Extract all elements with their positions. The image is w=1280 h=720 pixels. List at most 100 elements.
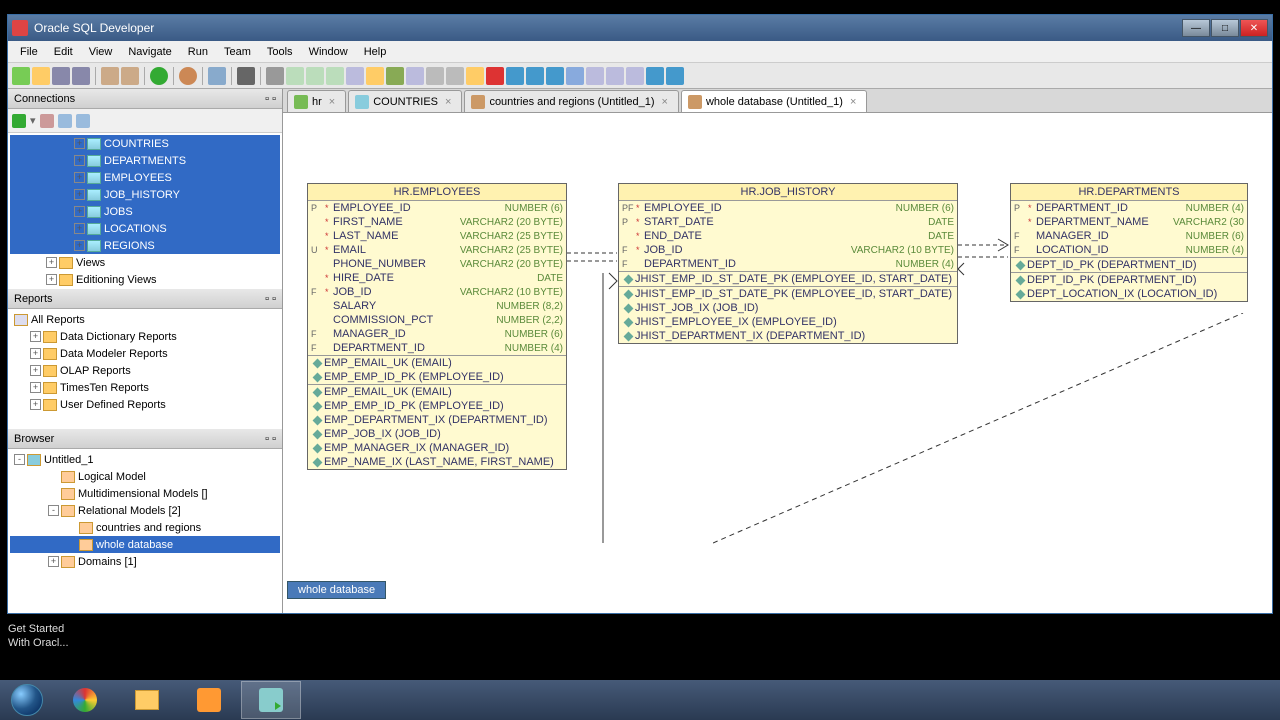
tree-table-REGIONS[interactable]: +REGIONS [10, 237, 280, 254]
browser-root[interactable]: -Untitled_1 [10, 451, 280, 468]
tree-table-DEPARTMENTS[interactable]: +DEPARTMENTS [10, 152, 280, 169]
export-icon[interactable] [346, 67, 364, 85]
report-item[interactable]: All Reports [10, 311, 280, 328]
menu-help[interactable]: Help [356, 44, 395, 60]
close-icon[interactable]: × [329, 96, 335, 108]
binoculars-icon[interactable] [237, 67, 255, 85]
menu-team[interactable]: Team [216, 44, 259, 60]
browser-item[interactable]: -Relational Models [2] [10, 502, 280, 519]
browser-item[interactable]: whole database [10, 536, 280, 553]
close-icon[interactable]: × [850, 96, 856, 108]
add-connection-icon[interactable] [12, 114, 26, 128]
filter-icon[interactable] [58, 114, 72, 128]
redo-icon[interactable] [121, 67, 139, 85]
fit-icon[interactable] [566, 67, 584, 85]
browser-item[interactable]: countries and regions [10, 519, 280, 536]
connections-header[interactable]: Connections▫ ▫ [8, 89, 282, 109]
report-item[interactable]: +TimesTen Reports [10, 379, 280, 396]
debug-icon[interactable] [179, 67, 197, 85]
report-item[interactable]: +Data Modeler Reports [10, 345, 280, 362]
diagram-tab[interactable]: whole database [287, 581, 386, 599]
toolbar [8, 63, 1272, 89]
task-explorer[interactable] [117, 681, 177, 719]
menu-edit[interactable]: Edit [46, 44, 81, 60]
menu-navigate[interactable]: Navigate [120, 44, 179, 60]
diagram-canvas[interactable]: HR.EMPLOYEESP*EMPLOYEE_IDNUMBER (6)*FIRS… [283, 113, 1272, 613]
task-chrome[interactable] [55, 681, 115, 719]
tool2-icon[interactable] [426, 67, 444, 85]
tree-folder-Views[interactable]: +Views [10, 254, 280, 271]
menu-view[interactable]: View [81, 44, 121, 60]
title-text: Oracle SQL Developer [34, 21, 1182, 35]
cursor-icon[interactable] [266, 67, 284, 85]
undo-icon[interactable] [101, 67, 119, 85]
titlebar[interactable]: Oracle SQL Developer — □ ✕ [8, 15, 1272, 41]
editor-tabs: hr×COUNTRIES×countries and regions (Unti… [283, 89, 1272, 113]
reports-header[interactable]: Reports▫ ▫ [8, 289, 282, 309]
zoom-in-icon[interactable] [546, 67, 564, 85]
panel2-icon[interactable] [606, 67, 624, 85]
refresh-conn-icon[interactable] [76, 114, 90, 128]
folder-icon[interactable] [466, 67, 484, 85]
run-icon[interactable] [150, 67, 168, 85]
menu-file[interactable]: File [12, 44, 46, 60]
new-icon[interactable] [12, 67, 30, 85]
tree-table-EMPLOYEES[interactable]: +EMPLOYEES [10, 169, 280, 186]
tree-folder-Editioning Views[interactable]: +Editioning Views [10, 271, 280, 288]
browser-item[interactable]: Logical Model [10, 468, 280, 485]
tree-table-JOB_HISTORY[interactable]: +JOB_HISTORY [10, 186, 280, 203]
tree-table-JOBS[interactable]: +JOBS [10, 203, 280, 220]
view-icon[interactable] [326, 67, 344, 85]
save-all-icon[interactable] [72, 67, 90, 85]
tab-countries and regions (Untitled_1)[interactable]: countries and regions (Untitled_1)× [464, 90, 679, 112]
report-item[interactable]: +OLAP Reports [10, 362, 280, 379]
panel1-icon[interactable] [586, 67, 604, 85]
zoom-out-icon[interactable] [526, 67, 544, 85]
menu-run[interactable]: Run [180, 44, 216, 60]
taskbar[interactable] [0, 680, 1280, 720]
maximize-button[interactable]: □ [1211, 19, 1239, 37]
menu-tools[interactable]: Tools [259, 44, 301, 60]
grid-icon[interactable] [306, 67, 324, 85]
browser-item[interactable]: Multidimensional Models [] [10, 485, 280, 502]
tab-hr[interactable]: hr× [287, 90, 346, 112]
sql-icon[interactable] [208, 67, 226, 85]
close-icon[interactable]: × [445, 96, 451, 108]
tool1-icon[interactable] [406, 67, 424, 85]
entity-employees[interactable]: HR.EMPLOYEESP*EMPLOYEE_IDNUMBER (6)*FIRS… [307, 183, 567, 470]
task-sqldev[interactable] [241, 681, 301, 719]
panel3-icon[interactable] [626, 67, 644, 85]
task-media[interactable] [179, 681, 239, 719]
tab-whole database (Untitled_1)[interactable]: whole database (Untitled_1)× [681, 90, 867, 112]
tool3-icon[interactable] [446, 67, 464, 85]
browser-tree[interactable]: -Untitled_1Logical ModelMultidimensional… [8, 449, 282, 613]
rewind-icon[interactable] [506, 67, 524, 85]
start-button[interactable] [0, 680, 54, 720]
close-icon[interactable]: × [662, 96, 668, 108]
entity-departments[interactable]: HR.DEPARTMENTSP*DEPARTMENT_IDNUMBER (4)*… [1010, 183, 1248, 302]
open-icon[interactable] [32, 67, 50, 85]
report-item[interactable]: +User Defined Reports [10, 396, 280, 413]
dup-icon[interactable] [40, 114, 54, 128]
delete-icon[interactable] [486, 67, 504, 85]
app-window: Oracle SQL Developer — □ ✕ File Edit Vie… [7, 14, 1273, 614]
browser-header[interactable]: Browser▫ ▫ [8, 429, 282, 449]
tab-COUNTRIES[interactable]: COUNTRIES× [348, 90, 462, 112]
entity-jobhistory[interactable]: HR.JOB_HISTORYPF*EMPLOYEE_IDNUMBER (6)P*… [618, 183, 958, 344]
commit-icon[interactable] [366, 67, 384, 85]
back-arrow-icon[interactable] [646, 67, 664, 85]
arrow-icon[interactable] [386, 67, 404, 85]
save-icon[interactable] [52, 67, 70, 85]
forward-arrow-icon[interactable] [666, 67, 684, 85]
browser-item[interactable]: +Domains [1] [10, 553, 280, 570]
table-icon[interactable] [286, 67, 304, 85]
close-button[interactable]: ✕ [1240, 19, 1268, 37]
connections-toolbar: ▾ [8, 109, 282, 133]
menu-window[interactable]: Window [301, 44, 356, 60]
tree-table-COUNTRIES[interactable]: +COUNTRIES [10, 135, 280, 152]
reports-tree[interactable]: All Reports+Data Dictionary Reports+Data… [8, 309, 282, 429]
tree-table-LOCATIONS[interactable]: +LOCATIONS [10, 220, 280, 237]
report-item[interactable]: +Data Dictionary Reports [10, 328, 280, 345]
minimize-button[interactable]: — [1182, 19, 1210, 37]
connections-tree[interactable]: +COUNTRIES+DEPARTMENTS+EMPLOYEES+JOB_HIS… [8, 133, 282, 289]
